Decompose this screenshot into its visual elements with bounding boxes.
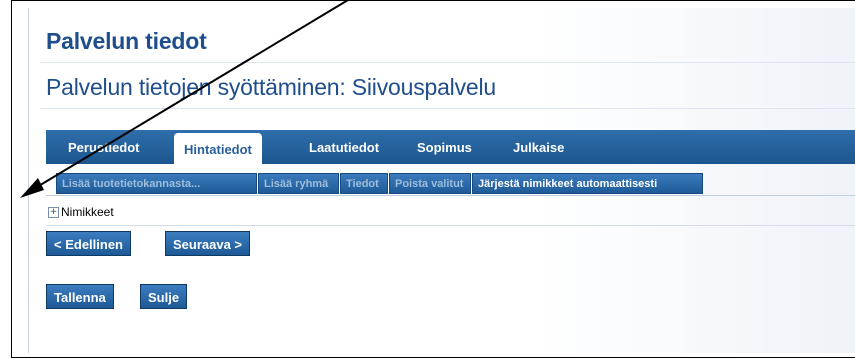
arrow-icon xyxy=(20,0,349,198)
